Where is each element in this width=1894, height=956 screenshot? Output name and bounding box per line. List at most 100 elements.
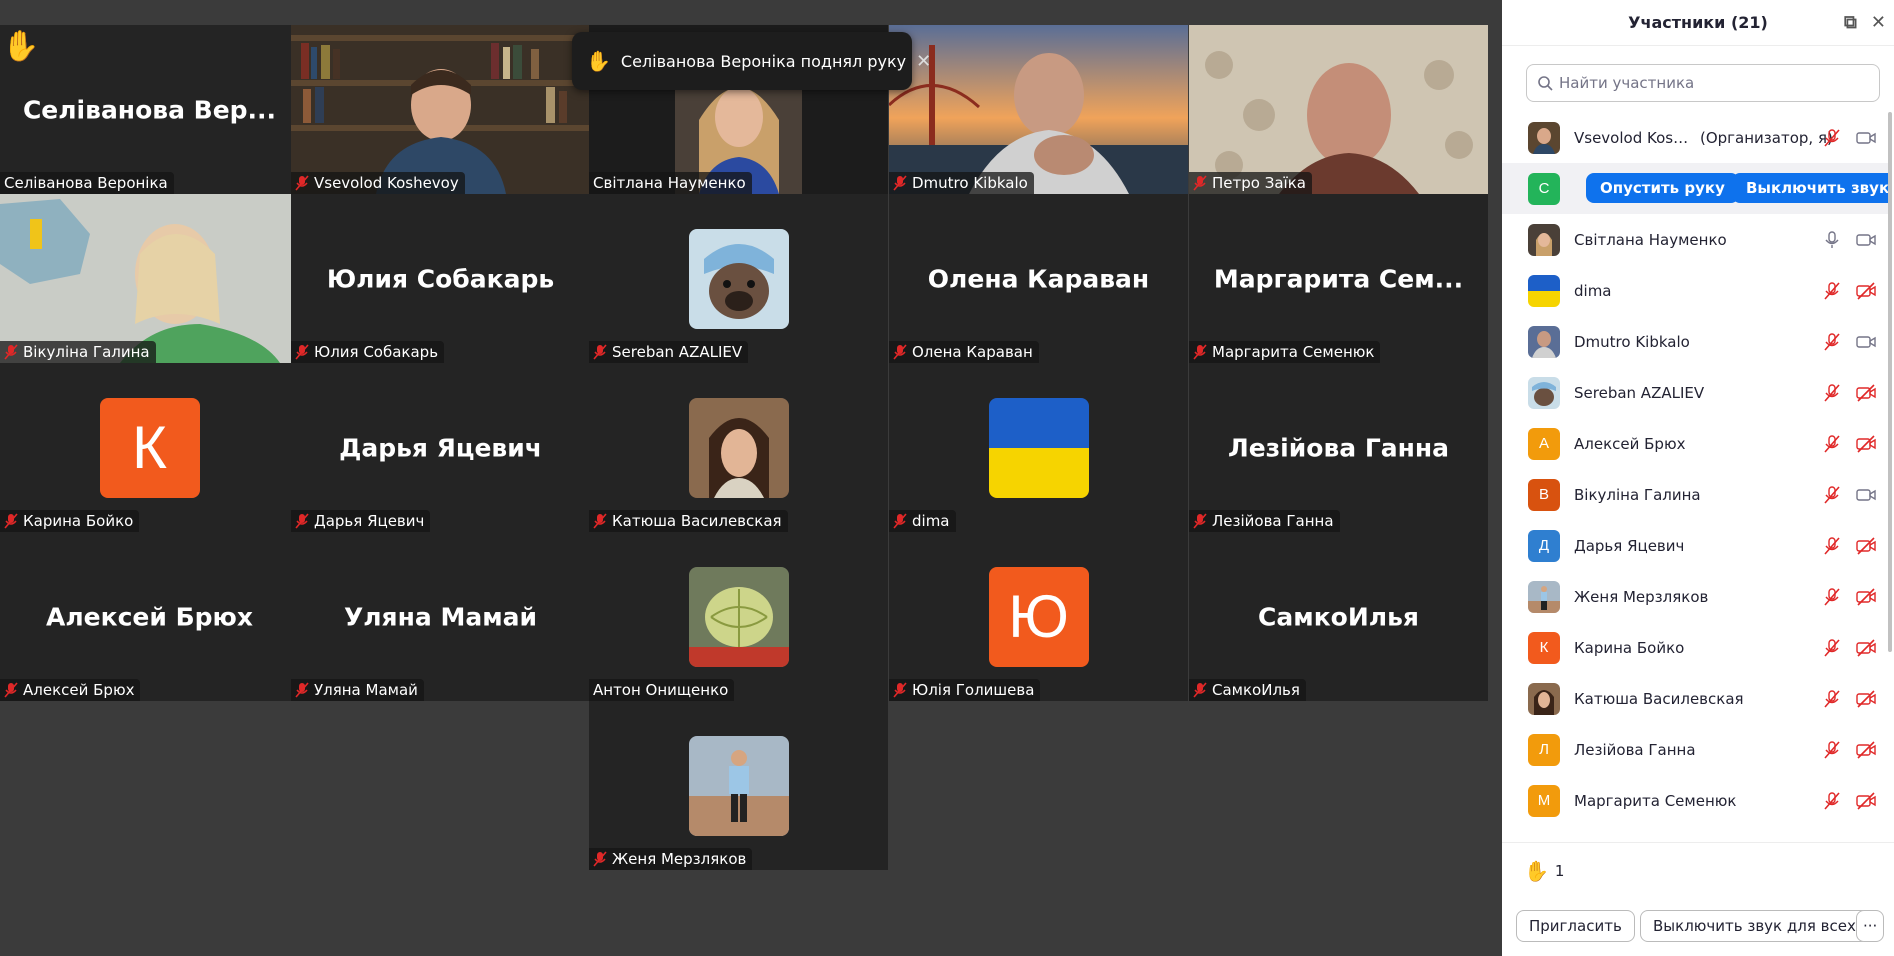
video-tile[interactable]: СамкоИлья СамкоИлья (1189, 532, 1488, 701)
mute-all-button[interactable]: Выключить звук для всех (1640, 910, 1869, 942)
participant-row[interactable]: Vsevolod Kosh... (Организатор, я) (1502, 112, 1888, 163)
muted-mic-icon[interactable] (1822, 384, 1842, 402)
letter-avatar: Ю (988, 566, 1089, 667)
muted-mic-icon[interactable] (1822, 639, 1842, 657)
camera-off-icon[interactable] (1856, 537, 1876, 555)
video-tile[interactable]: Маргарита Сем... Маргарита Семенюк (1189, 194, 1488, 363)
name-text: Вікуліна Галина (23, 343, 150, 361)
avatar (1528, 682, 1560, 715)
video-tile[interactable]: dima (889, 363, 1188, 532)
popout-icon[interactable]: ⧉ (1844, 12, 1857, 33)
video-tile[interactable]: К Карина Бойко (0, 363, 299, 532)
video-tile[interactable]: Юлия Собакарь Юлия Собакарь (291, 194, 590, 363)
muted-mic-icon[interactable] (1822, 537, 1842, 555)
camera-off-icon[interactable] (1856, 282, 1876, 300)
video-tile[interactable]: Вікуліна Галина (0, 194, 299, 363)
search-box[interactable] (1526, 64, 1880, 102)
participant-name: Маргарита Семенюк (1574, 791, 1737, 810)
letter-avatar: К (99, 397, 200, 498)
participant-row[interactable]: Женя Мерзляков (1502, 571, 1888, 622)
video-tile[interactable]: Петро Заїка (1189, 25, 1488, 194)
participant-name-label: Катюша Василевская (589, 510, 788, 532)
raised-hand-icon: ✋ (1524, 859, 1549, 883)
name-text: Маргарита Семенюк (1212, 343, 1375, 361)
muted-mic-icon[interactable] (1822, 486, 1842, 504)
participants-list[interactable]: Vsevolod Kosh... (Организатор, я) С Опус… (1502, 112, 1888, 842)
lower-hand-button[interactable]: Опустить руку (1586, 173, 1739, 203)
name-text: Юлия Собакарь (314, 343, 439, 361)
camera-off-icon[interactable] (1856, 741, 1876, 759)
name-text: Дарья Яцевич (314, 512, 425, 530)
video-tile[interactable]: Алексей Брюх Алексей Брюх (0, 532, 299, 701)
video-tile[interactable]: Олена Караван Олена Караван (889, 194, 1188, 363)
profile-picture (688, 735, 789, 836)
ukraine-flag-avatar (988, 397, 1089, 498)
name-text: Женя Мерзляков (612, 850, 747, 868)
participant-row[interactable]: М Маргарита Семенюк (1502, 775, 1888, 826)
mic-icon[interactable] (1822, 231, 1842, 249)
participant-row[interactable]: Sereban AZALIEV (1502, 367, 1888, 418)
participant-row[interactable]: dima (1502, 265, 1888, 316)
participant-display-name: Дарья Яцевич (339, 433, 542, 462)
muted-mic-icon (295, 175, 309, 191)
muted-mic-icon[interactable] (1822, 333, 1842, 351)
muted-mic-icon (4, 682, 18, 698)
participant-name: Катюша Василевская (1574, 689, 1744, 708)
participant-row[interactable]: Світлана Науменко (1502, 214, 1888, 265)
muted-mic-icon[interactable] (1822, 741, 1842, 759)
participant-row-hovered[interactable]: С Опустить руку Выключить звук (1502, 163, 1888, 214)
close-icon[interactable]: ✕ (916, 51, 931, 72)
participant-row[interactable]: Dmutro Kibkalo (1502, 316, 1888, 367)
video-tile[interactable]: Катюша Василевская (589, 363, 888, 532)
camera-icon[interactable] (1856, 486, 1876, 504)
participant-row[interactable]: В Вікуліна Галина (1502, 469, 1888, 520)
muted-mic-icon[interactable] (1822, 690, 1842, 708)
muted-mic-icon[interactable] (1822, 792, 1842, 810)
muted-mic-icon[interactable] (1822, 435, 1842, 453)
camera-off-icon[interactable] (1856, 588, 1876, 606)
video-tile[interactable]: Dmutro Kibkalo (889, 25, 1188, 194)
participant-name: Алексей Брюх (1574, 434, 1686, 453)
video-tile[interactable]: Vsevolod Koshevoy (291, 25, 590, 194)
search-input[interactable] (1559, 74, 1869, 92)
name-text: Карина Бойко (23, 512, 134, 530)
camera-off-icon[interactable] (1856, 435, 1876, 453)
muted-mic-icon (1193, 513, 1207, 529)
video-tile[interactable]: Женя Мерзляков (589, 701, 888, 870)
participant-row[interactable]: Л Лезійова Ганна (1502, 724, 1888, 775)
participant-row[interactable]: Катюша Василевская (1502, 673, 1888, 724)
muted-mic-icon (893, 175, 907, 191)
participant-name: Світлана Науменко (1574, 230, 1727, 249)
camera-icon[interactable] (1856, 333, 1876, 351)
scrollbar[interactable] (1888, 112, 1892, 652)
camera-icon[interactable] (1856, 129, 1876, 147)
video-tile[interactable]: Лезійова Ганна Лезійова Ганна (1189, 363, 1488, 532)
muted-mic-icon[interactable] (1822, 282, 1842, 300)
camera-off-icon[interactable] (1856, 639, 1876, 657)
video-tile[interactable]: ✋ Селіванова Вер... Селіванова Вероніка (0, 25, 299, 194)
participant-row[interactable]: К Карина Бойко (1502, 622, 1888, 673)
video-tile[interactable]: Ю Юлія Голишева (889, 532, 1188, 701)
camera-off-icon[interactable] (1856, 690, 1876, 708)
invite-button[interactable]: Пригласить (1516, 910, 1635, 942)
muted-mic-icon[interactable] (1822, 129, 1842, 147)
muted-mic-icon (4, 513, 18, 529)
profile-picture (688, 228, 789, 329)
mute-participant-button[interactable]: Выключить звук (1732, 173, 1888, 203)
name-text: Лезійова Ганна (1212, 512, 1334, 530)
muted-mic-icon (4, 344, 18, 360)
participant-name-label: Уляна Мамай (291, 679, 424, 701)
letter-avatar: В (1528, 478, 1560, 511)
video-tile[interactable]: Уляна Мамай Уляна Мамай (291, 532, 590, 701)
video-tile[interactable]: Антон Онищенко (589, 532, 888, 701)
video-tile[interactable]: Sereban AZALIEV (589, 194, 888, 363)
close-icon[interactable]: ✕ (1871, 12, 1886, 33)
camera-off-icon[interactable] (1856, 792, 1876, 810)
muted-mic-icon[interactable] (1822, 588, 1842, 606)
video-tile[interactable]: Дарья Яцевич Дарья Яцевич (291, 363, 590, 532)
participant-row[interactable]: Д Дарья Яцевич (1502, 520, 1888, 571)
participant-row[interactable]: А Алексей Брюх (1502, 418, 1888, 469)
camera-icon[interactable] (1856, 231, 1876, 249)
camera-off-icon[interactable] (1856, 384, 1876, 402)
more-options-button[interactable]: ··· (1856, 910, 1885, 942)
